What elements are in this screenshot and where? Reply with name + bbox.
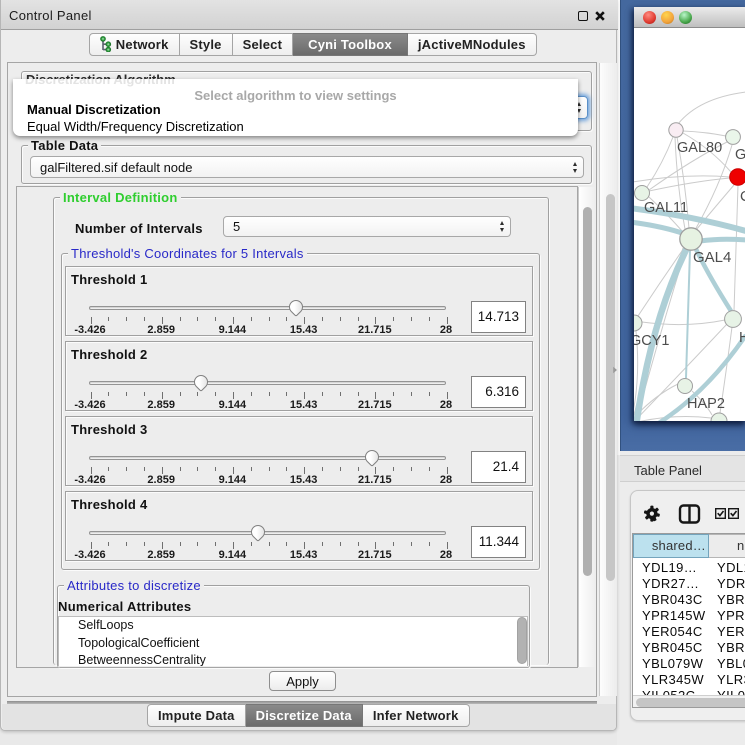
svg-text:GA: GA [735, 147, 745, 163]
svg-text:HAP2: HAP2 [687, 396, 725, 412]
svg-text:C: C [740, 189, 745, 205]
svg-text:GCY1: GCY1 [634, 333, 670, 349]
svg-text:GAL11: GAL11 [644, 200, 688, 216]
svg-text:GAL80: GAL80 [677, 140, 722, 156]
svg-text:H: H [739, 330, 745, 346]
svg-text:GAL4: GAL4 [693, 249, 731, 266]
